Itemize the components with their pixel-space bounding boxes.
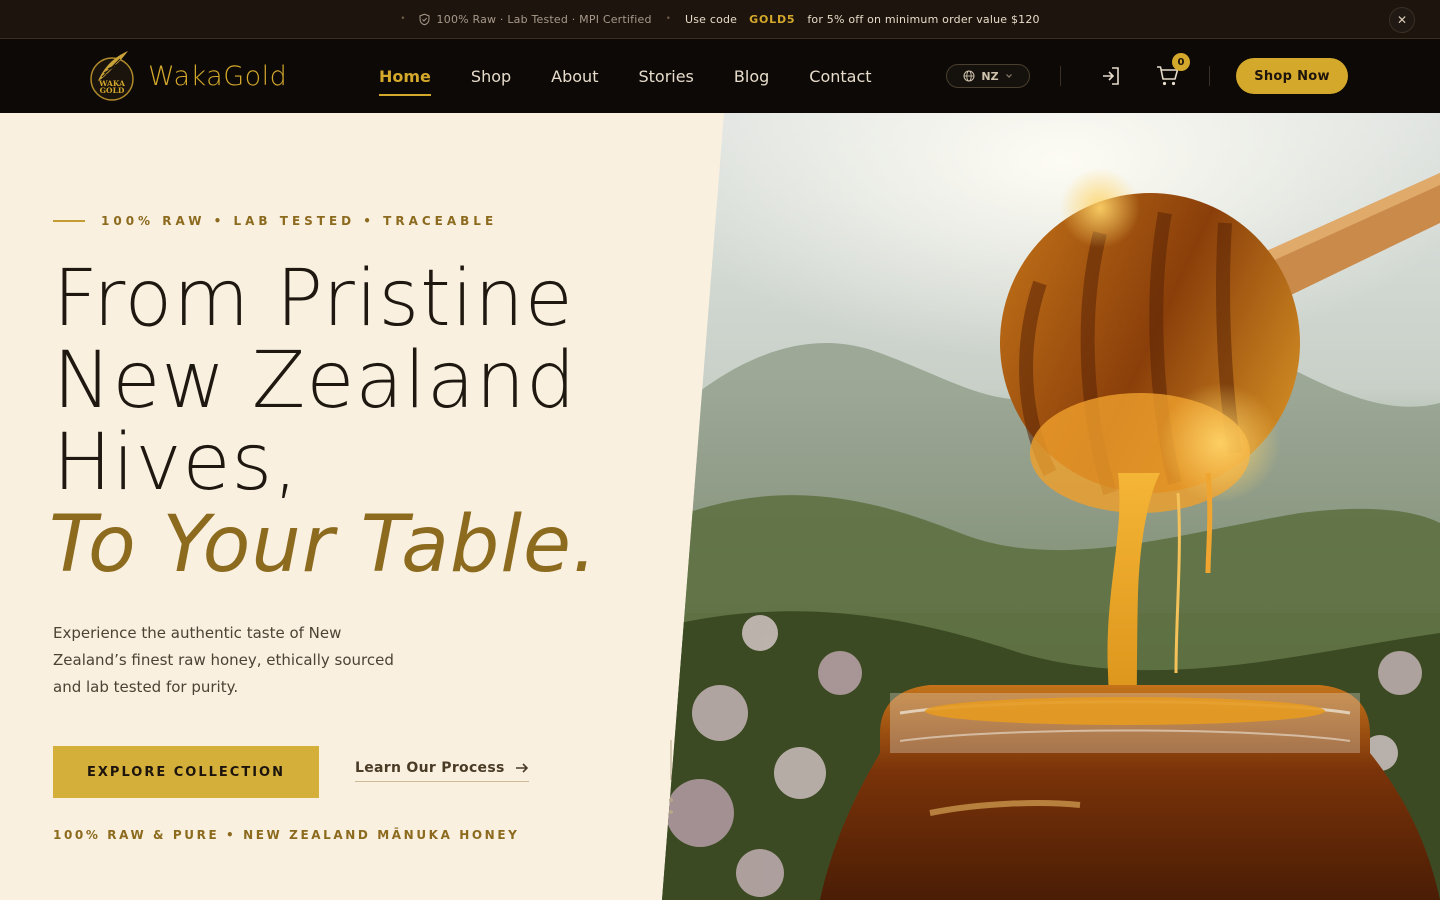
nav-link-contact[interactable]: Contact bbox=[809, 61, 871, 92]
separator-dot: • bbox=[665, 14, 671, 24]
eyebrow-line bbox=[53, 220, 85, 222]
arrow-right-icon bbox=[515, 763, 528, 773]
nav-links: Home Shop About Stories Blog Contact bbox=[379, 39, 912, 113]
learn-process-link[interactable]: Learn Our Process bbox=[355, 760, 529, 782]
headline-line-1: From Pristine bbox=[53, 254, 574, 344]
nav-link-home[interactable]: Home bbox=[379, 61, 431, 96]
learn-process-label: Learn Our Process bbox=[355, 760, 505, 776]
promo-suffix: for 5% off on minimum order value $120 bbox=[807, 12, 1040, 26]
divider bbox=[1209, 66, 1210, 86]
close-icon: ✕ bbox=[1396, 13, 1408, 27]
nav-link-blog[interactable]: Blog bbox=[734, 61, 769, 92]
scroll-indicator-icon bbox=[669, 740, 673, 814]
certification-badge: 100% Raw · Lab Tested · MPI Certified bbox=[418, 13, 652, 26]
logo-line-2: GOLD bbox=[100, 86, 125, 95]
headline-accent: To Your Table. bbox=[49, 500, 598, 590]
region-selector[interactable]: NZ bbox=[946, 64, 1030, 88]
hero-headline: From Pristine New Zealand Hives, To Your… bbox=[49, 254, 598, 586]
headline-line-3: Hives, bbox=[53, 418, 299, 508]
announcement-bar: • 100% Raw · Lab Tested · MPI Certified … bbox=[0, 0, 1440, 39]
cart-count-badge: 0 bbox=[1172, 53, 1190, 71]
chevron-down-icon bbox=[1005, 74, 1012, 78]
promo-prefix: Use code bbox=[684, 12, 738, 26]
separator-dot: • bbox=[400, 14, 406, 24]
globe-icon bbox=[963, 70, 975, 82]
hero-tagline: 100% RAW & PURE • NEW ZEALAND MĀNUKA HON… bbox=[53, 828, 520, 842]
hero-subtext: Experience the authentic taste of New Ze… bbox=[53, 624, 394, 696]
shop-now-button[interactable]: Shop Now bbox=[1236, 58, 1348, 94]
brand-name: WakaGold bbox=[148, 60, 288, 92]
fern-logo-icon: WAKA GOLD bbox=[90, 51, 134, 101]
headline-line-2: New Zealand bbox=[53, 336, 577, 426]
shield-check-icon bbox=[419, 13, 430, 25]
divider bbox=[1060, 66, 1061, 86]
nav-link-shop[interactable]: Shop bbox=[471, 61, 511, 92]
eyebrow-text: 100% RAW • LAB TESTED • TRACEABLE bbox=[101, 214, 498, 228]
explore-collection-button[interactable]: EXPLORE COLLECTION bbox=[53, 746, 319, 798]
main-navigation: WAKA GOLD WakaGold Home Shop About Stori… bbox=[0, 39, 1440, 113]
hero-eyebrow: 100% RAW • LAB TESTED • TRACEABLE bbox=[53, 214, 497, 228]
brand-logo[interactable]: WAKA GOLD WakaGold bbox=[90, 49, 287, 103]
nav-link-about[interactable]: About bbox=[551, 61, 598, 92]
region-label: NZ bbox=[981, 69, 999, 83]
nav-link-stories[interactable]: Stories bbox=[638, 61, 693, 92]
promo-code: GOLD5 bbox=[749, 12, 796, 26]
login-icon[interactable] bbox=[1100, 65, 1122, 87]
certification-text: 100% Raw · Lab Tested · MPI Certified bbox=[436, 12, 652, 26]
close-announcement-button[interactable]: ✕ bbox=[1389, 7, 1415, 33]
